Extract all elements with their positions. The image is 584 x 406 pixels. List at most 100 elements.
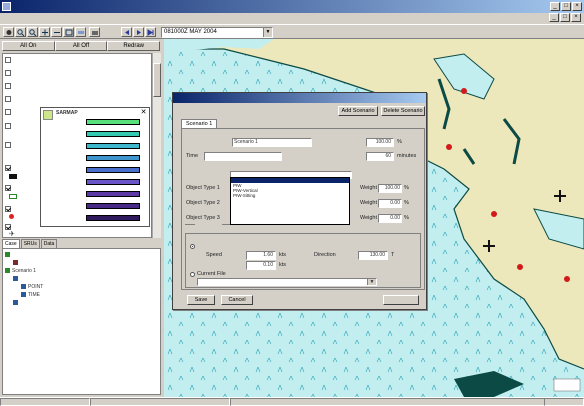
layer-item[interactable] xyxy=(5,109,13,116)
save-button[interactable]: Save xyxy=(187,295,215,305)
select-icon[interactable] xyxy=(63,27,74,37)
window-titlebar: _ □ × xyxy=(0,0,584,13)
port-marker-icon xyxy=(9,214,14,219)
tree-node[interactable] xyxy=(13,260,20,266)
tree-node[interactable]: TIME xyxy=(21,292,40,298)
airport-icon: ✈ xyxy=(9,231,15,238)
layer-checkbox[interactable] xyxy=(5,123,11,129)
port-marker-icon[interactable] xyxy=(461,88,467,94)
port-marker-icon[interactable] xyxy=(517,264,523,270)
layer-item[interactable] xyxy=(5,83,13,90)
province-swatch xyxy=(9,194,17,199)
scrollbar-thumb[interactable] xyxy=(153,63,161,97)
layer-checkbox[interactable] xyxy=(5,83,11,89)
tab-case[interactable]: Case xyxy=(2,239,20,248)
plus-minus-input[interactable]: 60 xyxy=(366,152,394,161)
tab-current-data[interactable] xyxy=(185,224,195,225)
legend-row xyxy=(56,155,144,161)
tab-srus[interactable]: SRUs xyxy=(20,239,40,248)
measure-icon[interactable] xyxy=(75,27,86,37)
speed-std-input[interactable]: 0.10 xyxy=(246,261,276,270)
time-input[interactable] xyxy=(204,152,282,161)
layer-item[interactable] xyxy=(5,57,13,64)
layer-item[interactable] xyxy=(5,96,13,103)
end-icon[interactable] xyxy=(145,27,156,37)
object-type-label: Object Type 1 xyxy=(186,185,220,191)
layer-item[interactable] xyxy=(5,70,13,77)
tree-node[interactable] xyxy=(5,252,12,258)
chevron-down-icon[interactable]: ▼ xyxy=(263,28,272,37)
port-marker-icon[interactable] xyxy=(564,276,570,282)
zoom-in-icon[interactable] xyxy=(15,27,26,37)
layer-checkbox[interactable] xyxy=(5,96,11,102)
layer-checkbox[interactable] xyxy=(5,70,11,76)
tree-node[interactable]: Scenario 1 xyxy=(5,268,36,274)
date-time-combo[interactable]: 081000Z MAY 2004 ▼ xyxy=(161,27,273,38)
mdi-maximize-button[interactable]: □ xyxy=(560,13,570,22)
mdi-close-button[interactable]: × xyxy=(571,13,581,22)
tree-node[interactable]: POINT xyxy=(21,284,43,290)
layer-checkbox[interactable] xyxy=(5,142,11,148)
zoom-out-icon[interactable] xyxy=(27,27,38,37)
speed-input[interactable]: 1.60 xyxy=(246,251,276,260)
port-marker-icon[interactable] xyxy=(491,211,497,217)
current-file-label: Current File xyxy=(197,271,226,277)
layer-checkbox[interactable] xyxy=(5,109,11,115)
layer-item[interactable] xyxy=(5,142,13,149)
current-file-radio[interactable] xyxy=(190,272,195,277)
currents-group: Speed 1.60 kts Direction 130.00 T 0.10 k… xyxy=(185,233,421,288)
gear-icon[interactable] xyxy=(3,27,14,37)
tree-node[interactable] xyxy=(13,300,20,306)
all-off-button[interactable]: All Off xyxy=(54,41,108,51)
line-icon[interactable] xyxy=(51,27,62,37)
speed-std-unit-label: kts xyxy=(279,262,287,268)
layer-item[interactable] xyxy=(5,123,13,130)
layer-item[interactable] xyxy=(5,185,13,192)
layer-scrollbar[interactable] xyxy=(152,53,161,238)
port-marker-icon[interactable] xyxy=(446,144,452,150)
layer-item[interactable] xyxy=(5,206,13,213)
chevron-down-icon[interactable]: ▼ xyxy=(367,279,376,285)
mdi-minimize-button[interactable]: _ xyxy=(549,13,559,22)
object-weight-input[interactable]: 100.00 xyxy=(378,184,402,193)
cancel-button[interactable]: Cancel xyxy=(221,295,253,305)
minimize-button[interactable]: _ xyxy=(550,2,560,11)
all-on-button[interactable]: All On xyxy=(2,41,55,51)
close-icon[interactable]: ✕ xyxy=(140,109,147,116)
current-file-select[interactable]: ▼ xyxy=(197,278,377,286)
tree-node[interactable] xyxy=(13,276,20,282)
status-coordinates xyxy=(90,398,230,406)
delete-scenario-button[interactable]: Delete Scenario xyxy=(381,106,425,116)
lakes-swatch xyxy=(9,174,17,179)
object-weight-input[interactable]: 0.00 xyxy=(378,214,402,223)
pan-icon[interactable] xyxy=(39,27,50,37)
scenario-weight-input[interactable]: 100.00 xyxy=(366,138,394,147)
legend-row xyxy=(56,215,144,221)
craft-type-dropdown-list[interactable]: PIW PIW-Vertical PIW-Sitting xyxy=(230,177,350,225)
layer-checkbox[interactable] xyxy=(5,185,11,191)
layer-item[interactable] xyxy=(5,224,13,231)
direction-input[interactable]: 130.00 xyxy=(358,251,388,260)
layer-checkbox[interactable] xyxy=(5,206,11,212)
object-weight-input[interactable]: 0.00 xyxy=(378,199,402,208)
forward-icon[interactable] xyxy=(133,27,144,37)
status-empty xyxy=(230,398,544,406)
layer-checkbox[interactable] xyxy=(5,165,11,171)
layer-checkbox[interactable] xyxy=(5,57,11,63)
constant-current-radio[interactable] xyxy=(190,244,195,249)
back-icon[interactable] xyxy=(121,27,132,37)
redraw-button[interactable]: Redraw xyxy=(107,41,161,51)
maximize-button[interactable]: □ xyxy=(561,2,571,11)
run-sar-button[interactable] xyxy=(383,295,419,305)
dropdown-option[interactable] xyxy=(231,218,349,223)
add-scenario-button[interactable]: Add Scenario xyxy=(338,106,378,116)
scenario-name-input[interactable]: Scenario 1 xyxy=(232,138,312,147)
legend-row xyxy=(56,179,144,185)
tab-data[interactable]: Data xyxy=(40,239,58,248)
layer-item[interactable] xyxy=(5,165,13,172)
layer-checkbox[interactable] xyxy=(5,224,11,230)
close-button[interactable]: × xyxy=(572,2,582,11)
percent-label: % xyxy=(404,185,409,191)
speed-unit-label: kts xyxy=(279,252,287,258)
print-icon[interactable] xyxy=(89,27,100,37)
